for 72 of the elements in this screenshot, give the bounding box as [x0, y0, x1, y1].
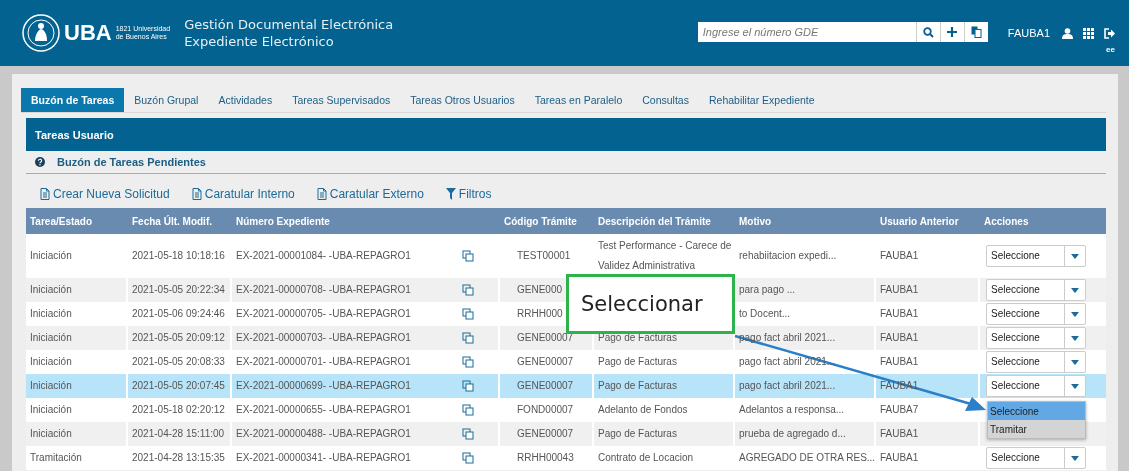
column-header: Descripción del Trámite [597, 215, 712, 227]
table-cell-text: FAUBA1 [880, 331, 919, 345]
table-cell-text: GENE000 [517, 283, 563, 297]
table-cell-text: Test Performance - Carece de Validez Administrativa [598, 239, 733, 273]
column-header: Código Trámite [503, 215, 578, 227]
table-cell-text: Iniciación [30, 331, 72, 345]
table-cell-text: RRHH00043 [517, 451, 574, 465]
panel-title: Tareas Usuario [26, 118, 1106, 151]
column-header: Acciones [983, 215, 1030, 227]
table-cell-text: TEST00001 [517, 249, 571, 263]
table-cell-text: EX-2021-00000655- -UBA-REPAGRO1 [236, 403, 411, 417]
table-cell-text: FAUBA7 [880, 403, 919, 417]
section-title: Buzón de Tareas Pendientes [57, 156, 206, 168]
table-cell-text: EX-2021-00000701- -UBA-REPAGRO1 [236, 355, 411, 369]
table-cell-text: GENE00007 [517, 379, 574, 393]
table-cell-text: GENE00007 [517, 427, 574, 441]
table-cell-text: 2021-05-06 09:24:46 [132, 307, 225, 321]
table-cell-text: 2021-05-18 02:20:12 [132, 403, 225, 417]
table-cell-text: Contrato de Locacion [598, 451, 694, 465]
table-cell-text: para pago ... [739, 283, 796, 297]
table-cell-text: EX-2021-00000703- -UBA-REPAGRO1 [236, 331, 411, 345]
table-cell-text: FAUBA1 [880, 283, 919, 297]
table-cell-text: Pago de Facturas [598, 379, 677, 393]
table-cell-text: Iniciación [30, 355, 72, 369]
table-cell-text: EX-2021-00000488- -UBA-REPAGRO1 [236, 427, 411, 441]
table-cell-text: Iniciación [30, 403, 72, 417]
table-cell-text: 2021-05-05 20:07:45 [132, 379, 225, 393]
table-cell-text: RRHH000 [517, 307, 563, 321]
table-cell-text: FAUBA1 [880, 427, 919, 441]
table-cell-text: EX-2021-00001084- -UBA-REPAGRO1 [236, 249, 411, 263]
table-cell-text: Iniciación [30, 249, 72, 263]
app-title: Gestión Documental Electrónica [184, 16, 394, 33]
table-cell-text: EX-2021-00000705- -UBA-REPAGRO1 [236, 307, 411, 321]
column-header: Usuario Anterior [879, 215, 960, 227]
table-cell-text: 2021-05-05 20:08:33 [132, 355, 225, 369]
table-cell-text: EX-2021-00000341- -UBA-REPAGRO1 [236, 451, 411, 465]
column-header: Número Expediente [235, 215, 331, 227]
table-cell-text: FAUBA1 [880, 451, 919, 465]
table-cell-text: FOND00007 [517, 403, 574, 417]
environment-label: ee [1106, 45, 1115, 54]
column-header: Fecha Últ. Modif. [131, 215, 213, 227]
table-cell-text: EX-2021-00000708- -UBA-REPAGRO1 [236, 283, 411, 297]
table-cell-text: 2021-04-28 13:15:35 [132, 451, 225, 465]
annotation-tooltip: Seleccionar [566, 274, 735, 334]
column-header: Motivo [738, 215, 773, 227]
table-cell-text: Iniciación [30, 283, 72, 297]
table-cell-text: Adelantos a responsa... [739, 403, 845, 417]
table-cell-text: prueba de agregado d... [739, 427, 846, 441]
table-cell-text: Iniciación [30, 427, 72, 441]
table-cell-text: pago fact abril 2021... [739, 379, 836, 393]
table-cell-text: Adelanto de Fondos [598, 403, 688, 417]
table-cell-text: FAUBA1 [880, 307, 919, 321]
table-cell-text: Iniciación [30, 307, 72, 321]
table-cell-text: AGREGADO DE OTRA RES... [739, 451, 876, 465]
table-cell-text: Pago de Facturas [598, 427, 677, 441]
table-cell-text: rehabiitacion expedi... [739, 249, 837, 263]
table-cell-text: to Docent... [739, 307, 791, 321]
table-cell-text: 2021-05-18 10:18:16 [132, 249, 225, 263]
table-cell-text: GENE00007 [517, 355, 574, 369]
table-cell-text: 2021-04-28 15:11:00 [132, 427, 225, 441]
table-cell-text: Iniciación [30, 379, 72, 393]
table-cell-text: 2021-05-05 20:09:12 [132, 331, 225, 345]
logo-text: UBA [64, 23, 112, 43]
table-cell-text: FAUBA1 [880, 249, 919, 263]
column-header: Tarea/Estado [29, 215, 94, 227]
table-cell-text: Tramitación [30, 451, 82, 465]
app-subtitle: Expediente Electrónico [184, 33, 335, 50]
table-cell-text: FAUBA1 [880, 355, 919, 369]
table-cell-text: GENE00007 [517, 331, 574, 345]
table-cell-text: Pago de Facturas [598, 355, 677, 369]
table-cell-text: 2021-05-05 20:22:34 [132, 283, 225, 297]
table-cell-text: EX-2021-00000699- -UBA-REPAGRO1 [236, 379, 411, 393]
